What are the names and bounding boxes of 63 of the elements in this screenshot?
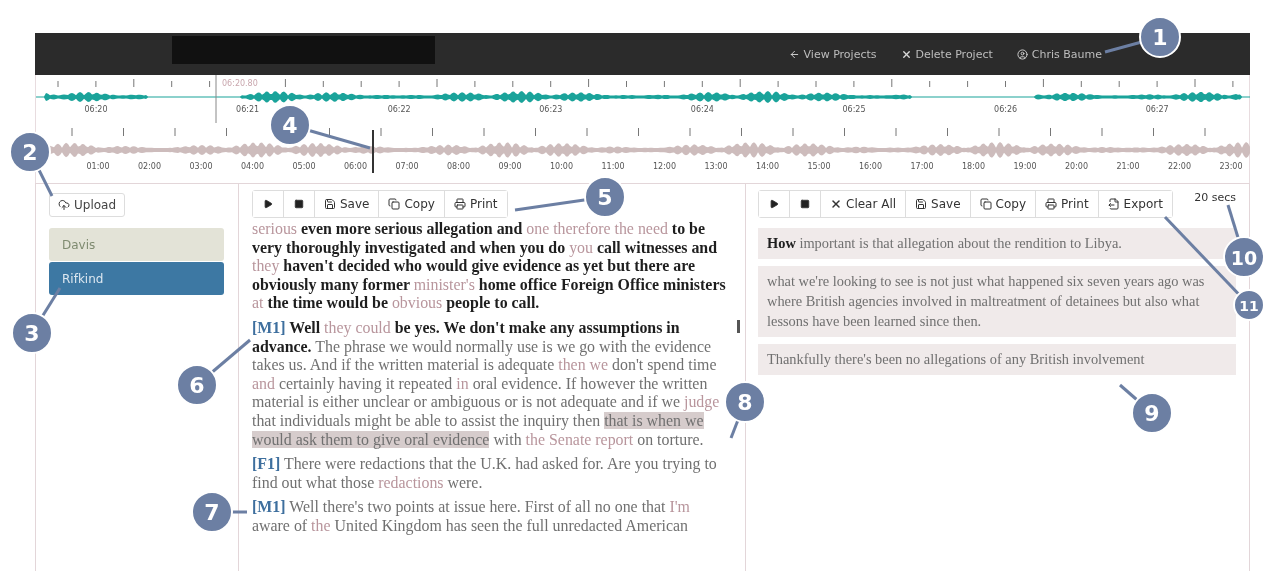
upload-button[interactable]: Upload xyxy=(49,193,126,217)
time-label: 18:00 xyxy=(961,162,986,171)
floppy-icon xyxy=(915,198,928,210)
time-label: 15:00 xyxy=(807,162,831,171)
time-label: 06:20 xyxy=(84,105,108,114)
printer-icon xyxy=(453,198,466,210)
stop-icon xyxy=(800,199,810,209)
time-label: 19:00 xyxy=(1013,162,1037,171)
time-label: 06:27 xyxy=(1145,105,1169,114)
transcript-paragraph: [F1] There were redactions that the U.K. had asked for. Are you trying to find out what those redactions were. xyxy=(252,455,718,493)
time-label: 08:00 xyxy=(446,162,471,171)
time-label: 05:00 xyxy=(292,162,316,171)
time-label: 06:26 xyxy=(994,105,1018,114)
time-label: 20:00 xyxy=(1064,162,1089,171)
time-label: 04:00 xyxy=(240,162,265,171)
time-label: 06:23 xyxy=(539,105,563,114)
clip-card[interactable]: Thankfully there's been no allegations of any British involvement xyxy=(758,344,1236,375)
time-label: 12:00 xyxy=(652,162,677,171)
copy-icon xyxy=(388,198,401,210)
time-label: 06:24 xyxy=(690,105,714,114)
delete-link[interactable]: Delete Project xyxy=(900,47,993,61)
play-icon xyxy=(263,199,273,209)
time-label: 11:00 xyxy=(601,162,625,171)
time-label: 06:22 xyxy=(387,105,411,114)
printer-icon xyxy=(1045,198,1057,210)
file-icon xyxy=(1107,198,1120,210)
cursor-time: 06:20.80 xyxy=(222,79,258,88)
play-button[interactable] xyxy=(253,191,284,217)
time-label: 14:00 xyxy=(755,162,780,171)
time-label: 06:21 xyxy=(236,105,260,114)
play-button[interactable] xyxy=(759,191,790,217)
user-icon xyxy=(1016,48,1028,60)
clip-card[interactable]: what we're looking to see is not just what happened six seven years ago was where British agencies involved in maltreatment of detainees but also what lessons have been learned since then. xyxy=(758,266,1236,337)
time-label: 02:00 xyxy=(137,162,162,171)
cross-icon xyxy=(900,48,912,60)
time-label: 06:25 xyxy=(842,105,866,114)
time-label: 07:00 xyxy=(395,162,419,171)
time-label: 23:00 xyxy=(1219,162,1243,171)
transcript-paragraph: [M1] Well there's two points at issue here. First of all no one that I'm aware of the United Kingdom has seen the full unredacted American xyxy=(252,498,691,536)
time-label: 22:00 xyxy=(1167,162,1192,171)
cross-icon xyxy=(830,198,842,210)
upload-icon xyxy=(58,199,70,211)
floppy-icon xyxy=(324,198,336,210)
speaker-item[interactable]: Rifkind xyxy=(49,262,224,295)
time-label: 13:00 xyxy=(704,162,728,171)
play-icon xyxy=(769,199,779,209)
time-label: 03:00 xyxy=(189,162,213,171)
stop-icon xyxy=(294,199,304,209)
back-link[interactable]: View Projects xyxy=(788,47,877,61)
duration-label: 20 secs xyxy=(1194,191,1236,204)
transcript-paragraph: serious even more serious allegation and one therefore the need to be very thoroughly investigated and when you do you call witnesses and they haven't decided who would give evidence as yet but there are obviously many former minister's home office Foreign Office ministers at the time would be obvious people to call. xyxy=(252,222,727,313)
time-label: 06:00 xyxy=(343,162,368,171)
time-label: 10:00 xyxy=(549,162,574,171)
arrow-left-icon xyxy=(788,48,800,60)
time-label: 01:00 xyxy=(86,162,110,171)
time-label: 17:00 xyxy=(910,162,934,171)
scrollbar-thumb[interactable] xyxy=(737,320,740,333)
user-link[interactable]: Chris Baume xyxy=(1016,47,1102,61)
copy-icon xyxy=(979,198,992,210)
time-label: 09:00 xyxy=(498,162,522,171)
transcript-paragraph: [M1] Well they could be yes. We don't make any assumptions in advance. The phrase we would normally use is we go with the evidence takes us. And if the written material is adequate then we don't spend time and certainly having it repeated in oral evidence. If however the written material is either unclear or ambiguous or is not adequate and if we judge that individuals might be able to assist the inquiry then that is when we would ask them to give oral evidence with the Senate report on torture. xyxy=(252,318,721,450)
time-label: 21:00 xyxy=(1116,162,1140,171)
time-label: 16:00 xyxy=(858,162,883,171)
